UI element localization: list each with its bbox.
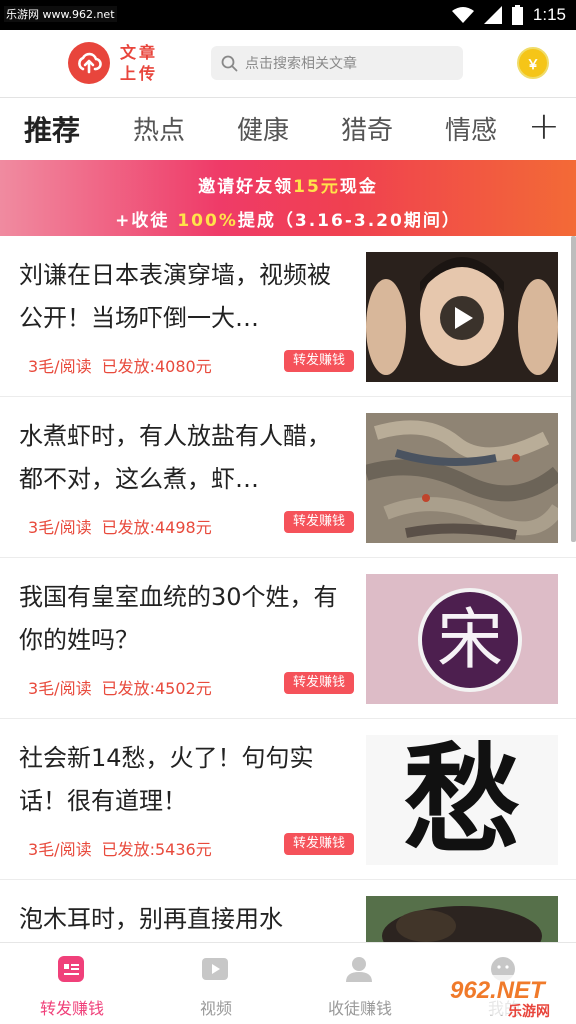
nav-share-earn[interactable]: 转发赚钱 bbox=[0, 943, 144, 1024]
banner-line-1: 邀请好友领15元现金 bbox=[0, 172, 576, 197]
coin-symbol: ￥ bbox=[526, 57, 540, 73]
article-title[interactable]: 我国有皇室血统的30个姓，有你的姓吗？ bbox=[19, 576, 349, 662]
list-item[interactable]: 水煮虾时，有人放盐有人醋，都不对，这么煮，虾… 3毛/阅读 已发放:4498元 转… bbox=[0, 397, 576, 558]
article-thumbnail[interactable]: 愁 bbox=[366, 735, 558, 865]
nav-apprentice[interactable]: 收徒赚钱 bbox=[288, 943, 432, 1024]
user-icon bbox=[346, 957, 372, 982]
article-meta: 3毛/阅读 已发放:5436元 bbox=[28, 836, 212, 860]
article-meta: 3毛/阅读 已发放:4498元 bbox=[28, 514, 212, 538]
banner-percent: 100% bbox=[177, 211, 238, 231]
nav-video[interactable]: 视频 bbox=[144, 943, 288, 1024]
nav-label: 视频 bbox=[199, 999, 232, 1018]
status-bar: 乐游网 www.962.net 1:15 bbox=[0, 0, 576, 30]
upload-logo-icon[interactable] bbox=[68, 42, 110, 84]
video-icon bbox=[202, 958, 228, 980]
article-rate: 3毛/阅读 bbox=[28, 840, 92, 859]
logo-text[interactable]: 文章上传 bbox=[120, 42, 160, 84]
banner-line-2: +收徒 100%提成（3.16-3.20期间） bbox=[0, 206, 576, 231]
article-paid: 已发放:5436元 bbox=[101, 840, 212, 859]
coin-icon[interactable]: ￥ bbox=[517, 47, 549, 79]
article-meta: 3毛/阅读 已发放:4080元 bbox=[28, 353, 212, 377]
article-thumbnail[interactable]: 宋 bbox=[366, 574, 558, 704]
watermark-text: 乐游网 www.962.net bbox=[4, 6, 117, 22]
article-title[interactable]: 社会新14愁，火了！句句实话！很有道理！ bbox=[19, 737, 349, 823]
tab-emotion[interactable]: 情感 bbox=[445, 110, 497, 147]
feed-scrollbar[interactable] bbox=[571, 236, 576, 542]
banner-period-text: 提成（3.16-3.20期间） bbox=[237, 211, 461, 231]
tab-recommend[interactable]: 推荐 bbox=[24, 109, 80, 149]
banner-invite-text: 邀请好友领 bbox=[198, 177, 294, 197]
article-title[interactable]: 泡木耳时，别再直接用水 bbox=[19, 898, 349, 941]
watermark-logo: 962.NET 乐游网 bbox=[446, 973, 572, 1020]
tab-curiosity[interactable]: 猎奇 bbox=[341, 110, 393, 147]
search-placeholder: 点击搜索相关文章 bbox=[245, 56, 357, 72]
app-screen: 乐游网 www.962.net 1:15 文章上传 点击搜索相关文章 ￥ 推荐 … bbox=[0, 0, 576, 1024]
article-thumbnail[interactable] bbox=[366, 413, 558, 543]
list-item[interactable]: 我国有皇室血统的30个姓，有你的姓吗？ 3毛/阅读 已发放:4502元 转发赚钱 … bbox=[0, 558, 576, 719]
surname-char: 宋 bbox=[437, 601, 503, 678]
nav-label: 收徒赚钱 bbox=[327, 999, 392, 1018]
article-thumbnail[interactable] bbox=[366, 896, 558, 942]
surname-seal: 宋 bbox=[418, 588, 522, 692]
shrimp-image bbox=[366, 413, 558, 543]
wifi-icon bbox=[451, 7, 474, 23]
battery-icon bbox=[511, 5, 523, 25]
share-earn-icon bbox=[58, 956, 84, 982]
article-rate: 3毛/阅读 bbox=[28, 357, 92, 376]
article-title[interactable]: 刘谦在日本表演穿墙，视频被公开！当场吓倒一大… bbox=[19, 254, 349, 340]
share-earn-button[interactable]: 转发赚钱 bbox=[284, 833, 354, 855]
calligraphy-char: 愁 bbox=[402, 735, 521, 865]
tab-health[interactable]: 健康 bbox=[237, 110, 289, 147]
share-earn-button[interactable]: 转发赚钱 bbox=[284, 672, 354, 694]
banner-cash-text: 现金 bbox=[339, 177, 378, 197]
header-bar: 文章上传 点击搜索相关文章 ￥ bbox=[0, 30, 576, 98]
banner-apprentice-text: +收徒 bbox=[115, 211, 178, 231]
list-item[interactable]: 社会新14愁，火了！句句实话！很有道理！ 3毛/阅读 已发放:5436元 转发赚钱… bbox=[0, 719, 576, 880]
status-time: 1:15 bbox=[532, 5, 566, 24]
nav-label: 转发赚钱 bbox=[39, 999, 104, 1018]
fungus-image bbox=[366, 896, 558, 942]
status-icons: 1:15 bbox=[451, 4, 566, 26]
tab-hot[interactable]: 热点 bbox=[133, 110, 185, 147]
add-tab-button[interactable]: + bbox=[528, 106, 560, 146]
watermark-sub: 乐游网 bbox=[508, 1004, 550, 1020]
article-title[interactable]: 水煮虾时，有人放盐有人醋，都不对，这么煮，虾… bbox=[19, 415, 349, 501]
article-rate: 3毛/阅读 bbox=[28, 679, 92, 698]
share-earn-button[interactable]: 转发赚钱 bbox=[284, 350, 354, 372]
list-item[interactable]: 泡木耳时，别再直接用水 bbox=[0, 880, 576, 942]
search-icon bbox=[221, 55, 238, 71]
article-rate: 3毛/阅读 bbox=[28, 518, 92, 537]
article-meta: 3毛/阅读 已发放:4502元 bbox=[28, 675, 212, 699]
article-feed: 刘谦在日本表演穿墙，视频被公开！当场吓倒一大… 3毛/阅读 已发放:4080元 转… bbox=[0, 236, 576, 942]
share-earn-button[interactable]: 转发赚钱 bbox=[284, 511, 354, 533]
article-paid: 已发放:4498元 bbox=[101, 518, 212, 537]
article-paid: 已发放:4502元 bbox=[101, 679, 212, 698]
signal-icon bbox=[483, 6, 502, 24]
list-item[interactable]: 刘谦在日本表演穿墙，视频被公开！当场吓倒一大… 3毛/阅读 已发放:4080元 转… bbox=[0, 236, 576, 397]
article-thumbnail[interactable] bbox=[366, 252, 558, 382]
cloud-upload-icon bbox=[78, 52, 102, 74]
category-tabs: 推荐 热点 健康 猎奇 情感 + bbox=[0, 98, 576, 160]
invite-banner[interactable]: 邀请好友领15元现金 +收徒 100%提成（3.16-3.20期间） bbox=[0, 160, 576, 236]
video-thumbnail-image bbox=[366, 252, 558, 382]
search-input[interactable]: 点击搜索相关文章 bbox=[211, 46, 463, 80]
article-paid: 已发放:4080元 bbox=[101, 357, 212, 376]
banner-amount: 15元 bbox=[293, 177, 340, 197]
